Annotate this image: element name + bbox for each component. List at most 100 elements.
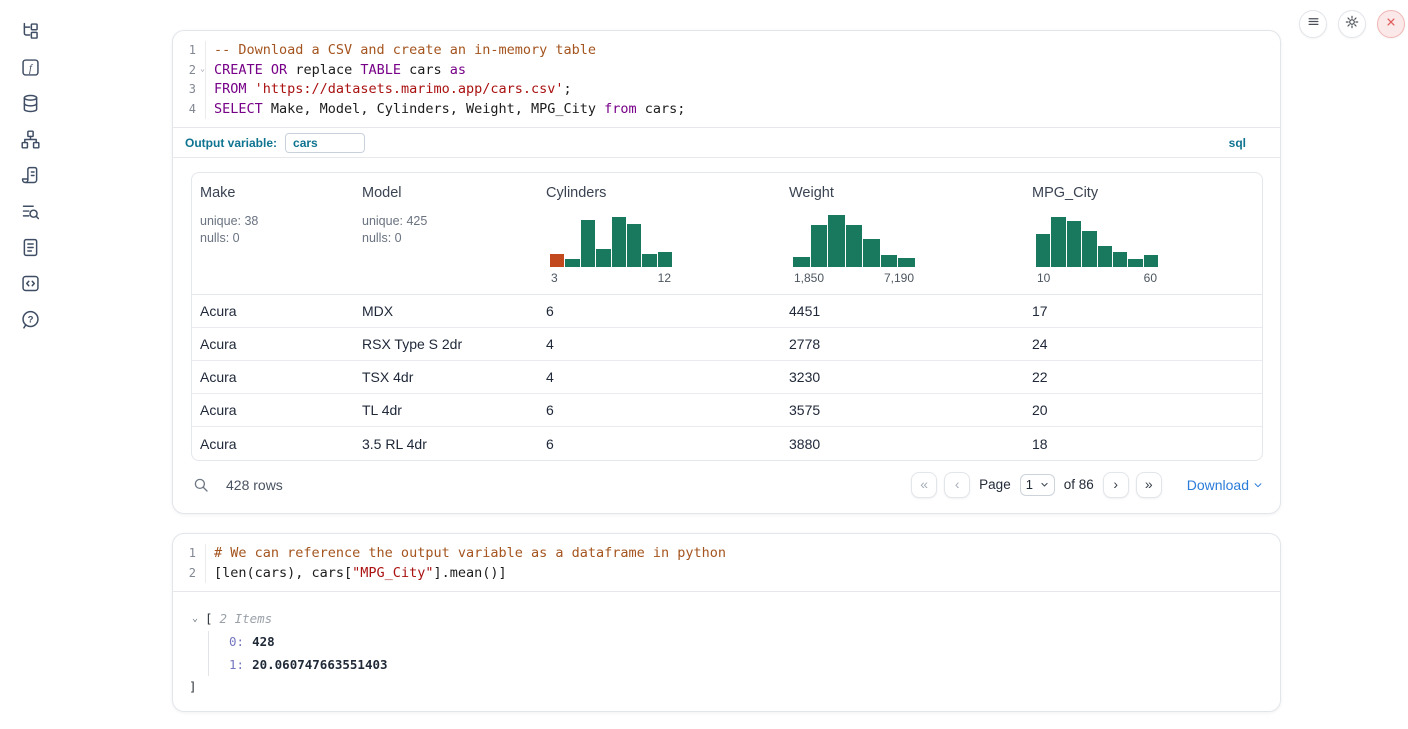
search-icon[interactable]: [192, 476, 210, 494]
axis-min-label: 1,850: [794, 271, 824, 285]
language-badge[interactable]: sql: [1229, 136, 1246, 150]
code-token: TABLE: [360, 62, 401, 78]
database-icon[interactable]: [20, 93, 41, 114]
page-select[interactable]: 1: [1020, 474, 1055, 496]
data-table: Make unique: 38 nulls: 0 Model unique: 4…: [191, 172, 1263, 461]
next-page-button[interactable]: ›: [1103, 472, 1129, 498]
code-line: 1# We can reference the output variable …: [173, 544, 1280, 564]
python-code-editor[interactable]: 1# We can reference the output variable …: [173, 534, 1280, 591]
code-text: [len(cars), cars["MPG_City"].mean()]: [206, 564, 507, 584]
column-header-mpg-city[interactable]: MPG_City 1060: [1024, 185, 1262, 294]
code-token: [len(cars), cars[: [214, 565, 352, 581]
line-number: 1: [189, 544, 196, 564]
weight-histogram: 1,8507,190: [793, 214, 915, 285]
page-total-label: of 86: [1064, 477, 1094, 492]
download-label: Download: [1187, 477, 1249, 493]
table-cell: 22: [1024, 369, 1262, 385]
dependency-graph-icon[interactable]: [20, 129, 41, 150]
download-button[interactable]: Download: [1187, 477, 1263, 493]
code-token: replace: [287, 62, 360, 78]
histogram-bar: [846, 225, 863, 267]
shutdown-button[interactable]: [1377, 10, 1405, 38]
table-row: AcuraTL 4dr6357520: [192, 394, 1262, 427]
table-cell: Acura: [192, 336, 354, 352]
output-variable-bar: Output variable: sql: [173, 128, 1280, 157]
code-text: FROM 'https://datasets.marimo.app/cars.c…: [206, 80, 572, 100]
line-number: 2: [189, 61, 196, 81]
histogram-bar: [550, 254, 564, 267]
histogram-bar: [627, 224, 641, 267]
histogram-bar: [1067, 221, 1081, 267]
code-line: 3 FROM 'https://datasets.marimo.app/cars.…: [173, 80, 1280, 100]
code-line: 2⌄CREATE OR replace TABLE cars as: [173, 61, 1280, 81]
table-row: AcuraRSX Type S 2dr4277824: [192, 328, 1262, 361]
table-cell: Acura: [192, 369, 354, 385]
close-bracket: ]: [173, 676, 1280, 698]
code-token: "MPG_City": [352, 565, 433, 581]
table-cell: 20: [1024, 402, 1262, 418]
code-line: 1-- Download a CSV and create an in-memo…: [173, 41, 1280, 61]
code-token: OR: [271, 62, 287, 78]
line-gutter: 2: [173, 564, 206, 584]
row-count: 428 rows: [226, 477, 283, 493]
sidebar: f ?: [10, 21, 50, 330]
chevrons-left-icon: «: [920, 477, 928, 491]
cell-output-tree: ⌄ [ 2 Items 0:428 1:20.060747663551403 ]: [173, 592, 1280, 698]
chevron-left-icon: ‹: [955, 477, 960, 491]
line-number: 3: [189, 80, 196, 100]
chevron-down-icon: [1253, 480, 1263, 490]
settings-button[interactable]: [1338, 10, 1366, 38]
svg-text:f: f: [29, 63, 34, 74]
logs-search-icon[interactable]: [20, 201, 41, 222]
column-stats: unique: 425 nulls: 0: [362, 213, 530, 246]
table-row: AcuraMDX6445117: [192, 295, 1262, 328]
menu-button[interactable]: [1299, 10, 1327, 38]
column-header-model[interactable]: Model unique: 425 nulls: 0: [354, 185, 538, 294]
histogram-bar: [828, 215, 845, 267]
column-header-cylinders[interactable]: Cylinders 312: [538, 185, 781, 294]
column-header-make[interactable]: Make unique: 38 nulls: 0: [192, 185, 354, 294]
scroll-icon[interactable]: [20, 165, 41, 186]
axis-min-label: 3: [551, 271, 558, 285]
previous-page-button[interactable]: ‹: [944, 472, 970, 498]
table-cell: 3575: [781, 402, 1024, 418]
chevron-right-icon: ›: [1113, 477, 1118, 491]
items-count: 2 Items: [220, 608, 273, 630]
line-gutter: 1: [173, 41, 206, 61]
output-variable-input[interactable]: [285, 133, 365, 153]
function-icon[interactable]: f: [20, 57, 41, 78]
sql-code-editor[interactable]: 1-- Download a CSV and create an in-memo…: [173, 31, 1280, 127]
fold-chevron-icon[interactable]: ⌄: [200, 64, 205, 74]
open-bracket: [: [205, 608, 213, 630]
line-gutter: 2⌄: [173, 61, 206, 81]
code-line: 4SELECT Make, Model, Cylinders, Weight, …: [173, 100, 1280, 120]
table-cell: 17: [1024, 303, 1262, 319]
code-token: 'https://datasets.marimo.app/cars.csv': [255, 81, 564, 97]
table-cell: 4451: [781, 303, 1024, 319]
histogram-bar: [1098, 246, 1112, 267]
table-cell: 18: [1024, 436, 1262, 452]
file-tree-icon[interactable]: [20, 21, 41, 42]
histogram-axis: 1,8507,190: [793, 271, 915, 285]
table-cell: 3880: [781, 436, 1024, 452]
snippets-icon[interactable]: [20, 273, 41, 294]
first-page-button[interactable]: «: [911, 472, 937, 498]
histogram-bars: [550, 214, 672, 267]
document-icon[interactable]: [20, 237, 41, 258]
last-page-button[interactable]: »: [1136, 472, 1162, 498]
histogram-axis: 312: [550, 271, 672, 285]
line-gutter: 1: [173, 544, 206, 564]
help-icon[interactable]: ?: [20, 309, 41, 330]
histogram-bar: [565, 259, 579, 267]
table-cell: 4: [538, 369, 781, 385]
code-token: [247, 81, 255, 97]
histogram-bar: [581, 220, 595, 267]
collapse-icon[interactable]: ⌄: [192, 608, 205, 630]
histogram-bar: [658, 252, 672, 267]
page-select-value: 1: [1026, 477, 1033, 492]
column-stats: unique: 38 nulls: 0: [200, 213, 346, 246]
code-token: cars;: [637, 101, 686, 117]
column-header-weight[interactable]: Weight 1,8507,190: [781, 185, 1024, 294]
code-text: -- Download a CSV and create an in-memor…: [206, 41, 596, 61]
table-cell: TSX 4dr: [354, 369, 538, 385]
